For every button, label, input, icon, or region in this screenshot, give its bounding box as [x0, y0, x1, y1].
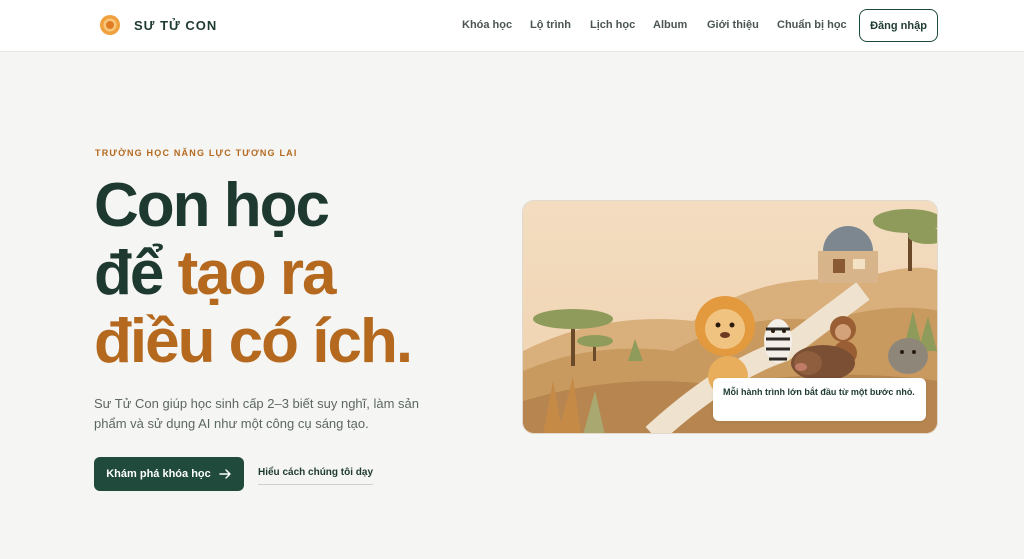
- arrow-right-icon: [219, 469, 231, 479]
- image-caption: Mỗi hành trình lớn bắt đầu từ một bước n…: [713, 378, 926, 421]
- headline-line-2-highlight: tạo ra: [177, 239, 337, 308]
- zebra: [764, 319, 792, 363]
- hero-eyebrow: TRƯỜNG HỌC NĂNG LỰC TƯƠNG LAI: [95, 148, 298, 158]
- nav-item-courses[interactable]: Khóa học: [462, 19, 512, 31]
- hyena: [888, 338, 928, 374]
- nav-item-schedule[interactable]: Lịch học: [590, 19, 635, 31]
- hero-description: Sư Tử Con giúp học sinh cấp 2–3 biết suy…: [94, 396, 420, 431]
- top-navbar: SƯ TỬ CON Khóa học Lộ trình Lịch học Alb…: [0, 0, 1024, 52]
- how-we-teach-link[interactable]: Hiểu cách chúng tôi dạy: [258, 467, 374, 485]
- brand-name: SƯ TỬ CON: [134, 17, 218, 33]
- brand[interactable]: SƯ TỬ CON: [99, 14, 217, 36]
- nav-item-roadmap[interactable]: Lộ trình: [530, 19, 571, 31]
- explore-courses-label: Khám phá khóa học: [106, 468, 211, 480]
- headline-line-2: để tạo ra: [94, 240, 411, 308]
- headline-line-2-start: để: [94, 239, 178, 308]
- warthog: [791, 345, 855, 381]
- login-button[interactable]: Đăng nhập: [859, 9, 938, 42]
- nav-item-prepare[interactable]: Chuẩn bị học: [777, 19, 847, 31]
- headline-line-1: Con học: [94, 171, 330, 240]
- headline-line-3: điều có ích.: [94, 307, 413, 376]
- explore-courses-button[interactable]: Khám phá khóa học: [94, 457, 244, 491]
- sun-logo-icon: [100, 15, 120, 35]
- nav-item-about[interactable]: Giới thiệu: [707, 19, 759, 31]
- hero-headline: Con học để tạo ra điều có ích.: [94, 171, 413, 376]
- nav-item-album[interactable]: Album: [653, 19, 687, 31]
